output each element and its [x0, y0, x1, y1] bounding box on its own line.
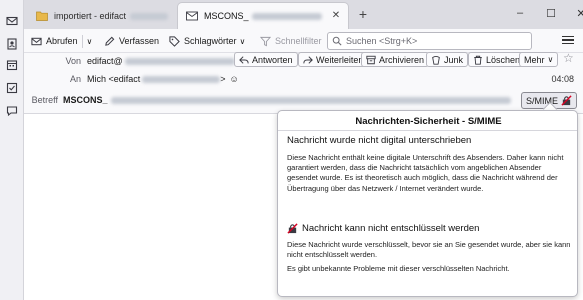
tags-button[interactable]: Schlagwörter ∨ — [169, 32, 245, 50]
tab-label: importiert - edifact — [54, 11, 127, 21]
encryption-error-icon — [287, 223, 298, 234]
write-label: Verfassen — [119, 36, 160, 46]
message-time: 04:08 — [551, 74, 574, 84]
tag-icon — [169, 35, 180, 47]
delete-button[interactable]: Löschen — [468, 52, 526, 67]
minimize-icon[interactable]: – — [506, 2, 534, 24]
maximize-icon[interactable]: ☐ — [537, 2, 565, 24]
message-icon — [186, 11, 198, 21]
tab-message[interactable]: MSCONS_ ✕ — [178, 3, 348, 29]
chevron-down-icon[interactable]: ∨ — [87, 37, 93, 46]
get-messages-label: Abrufen — [46, 36, 78, 46]
reply-button[interactable]: Antworten — [234, 52, 298, 67]
from-label: Von — [65, 56, 81, 66]
signature-heading: Nachricht wurde nicht digital unterschri… — [287, 135, 472, 146]
write-button[interactable]: Verfassen — [104, 32, 159, 50]
folder-icon — [36, 11, 48, 21]
to-value[interactable]: Mich <edifact > ☺ — [87, 74, 239, 84]
get-messages-button[interactable]: Abrufen ∨ — [31, 32, 92, 50]
encryption-problem-text: Es gibt unbekannte Probleme mit dieser v… — [287, 264, 510, 273]
star-icon[interactable]: ☆ — [563, 52, 575, 64]
quick-filter-button[interactable]: Schnellfilter — [260, 32, 322, 50]
get-mail-icon — [31, 37, 42, 45]
encryption-heading: Nachricht kann nicht entschlüsselt werde… — [287, 223, 479, 234]
divider — [81, 34, 83, 48]
reply-icon — [239, 55, 249, 64]
signature-text: Diese Nachricht enthält keine digitale U… — [287, 153, 564, 193]
archive-button[interactable]: Archivieren — [361, 52, 430, 67]
junk-icon — [432, 55, 440, 65]
security-popup: Nachrichten-Sicherheit - S/MIME Nachrich… — [277, 110, 578, 297]
redacted-text — [251, 12, 322, 20]
tags-label: Schlagwörter — [184, 36, 237, 46]
close-tab-icon[interactable]: ✕ — [330, 10, 342, 22]
from-address: edifact@ — [87, 56, 123, 66]
contact-icon[interactable]: ☺ — [230, 74, 239, 84]
chevron-down-icon: ∨ — [547, 55, 554, 64]
search-icon — [332, 36, 342, 46]
junk-button[interactable]: Junk — [426, 52, 469, 67]
new-tab-icon[interactable]: + — [355, 6, 371, 22]
smime-label: S/MIME — [525, 95, 558, 106]
subject-text: MSCONS_ — [63, 95, 108, 105]
chat-icon[interactable] — [6, 105, 18, 117]
encryption-error-icon — [561, 95, 572, 106]
tab-strip: importiert - edifact MSCONS_ ✕ + – ☐ ✕ — [24, 0, 583, 29]
forward-label: Weiterleiten — [316, 54, 364, 65]
spaces-toolbar — [0, 0, 24, 300]
reply-label: Antworten — [252, 54, 293, 65]
redacted-text — [142, 75, 221, 83]
main-toolbar: Abrufen ∨ Verfassen Schlagwörter ∨ Schne… — [24, 29, 583, 53]
mail-space-icon[interactable] — [6, 15, 18, 27]
to-address: Mich <edifact — [87, 74, 141, 84]
subject-label: Betreff — [31, 95, 58, 105]
popup-title: Nachrichten-Sicherheit - S/MIME — [355, 116, 502, 127]
trash-icon — [474, 55, 482, 65]
pencil-icon — [105, 36, 115, 46]
delete-label: Löschen — [486, 54, 521, 65]
tab-imported-folder[interactable]: importiert - edifact — [28, 3, 176, 29]
tasks-icon[interactable] — [6, 82, 18, 94]
calendar-icon[interactable] — [6, 59, 18, 71]
more-button[interactable]: Mehr ∨ — [519, 52, 559, 67]
search-placeholder: Suchen <Strg+K> — [346, 36, 418, 46]
forward-button[interactable]: Weiterleiten — [298, 52, 369, 67]
quick-filter-label: Schnellfilter — [275, 36, 322, 46]
redacted-text — [124, 57, 235, 65]
popup-divider — [278, 130, 577, 131]
subject-value: MSCONS_ — [63, 95, 511, 105]
from-value[interactable]: edifact@ ? — [87, 56, 248, 66]
filter-icon — [260, 36, 271, 46]
app-menu-icon[interactable] — [561, 33, 575, 47]
address-book-icon[interactable] — [6, 38, 18, 50]
encryption-heading-text: Nachricht kann nicht entschlüsselt werde… — [302, 223, 480, 234]
to-label: An — [69, 74, 81, 84]
chevron-down-icon: ∨ — [239, 36, 246, 46]
forward-icon — [303, 55, 313, 64]
search-input[interactable]: Suchen <Strg+K> — [327, 32, 532, 50]
junk-label: Junk — [444, 54, 464, 65]
redacted-text — [130, 12, 168, 20]
archive-label: Archivieren — [379, 54, 425, 65]
more-label: Mehr — [524, 54, 545, 65]
tab-label: MSCONS_ — [204, 11, 249, 21]
archive-icon — [366, 55, 376, 64]
redacted-text — [110, 96, 511, 104]
close-window-icon[interactable]: ✕ — [567, 2, 583, 24]
to-address-end: > — [220, 74, 226, 84]
encryption-text: Diese Nachricht wurde verschlüsselt, bev… — [287, 240, 571, 260]
